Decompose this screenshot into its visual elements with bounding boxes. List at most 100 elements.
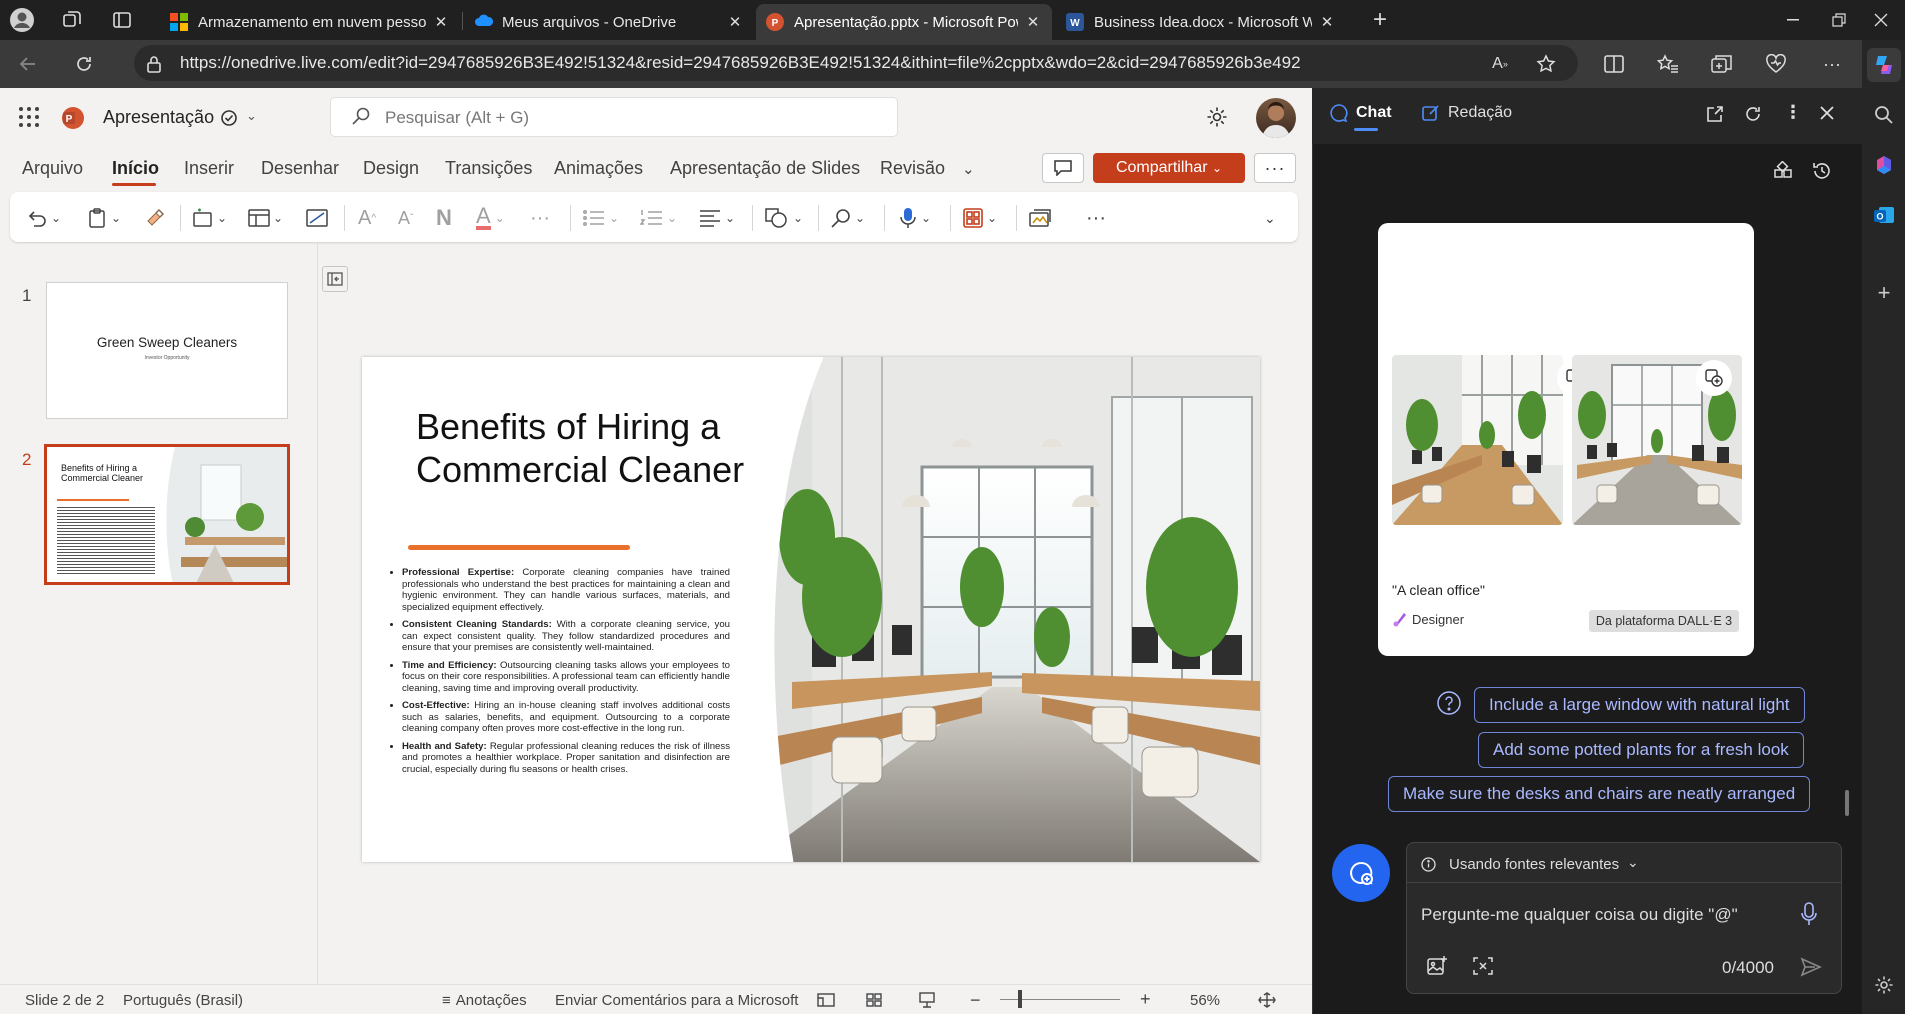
bold-icon[interactable]: N [436, 205, 452, 231]
tab-design[interactable]: Design [363, 158, 419, 179]
collapse-pane-icon[interactable] [322, 266, 348, 292]
slide-bullet-list[interactable]: Professional Expertise: Corporate cleani… [388, 567, 730, 781]
refresh-icon[interactable] [1744, 105, 1762, 123]
slide-thumbnail-1[interactable]: Green Sweep Cleaners Investor Opportunit… [46, 282, 288, 419]
screenshot-capture-icon[interactable] [1472, 955, 1494, 977]
notes-button[interactable]: ≡ Anotações [442, 992, 527, 1009]
browser-tab[interactable]: Meus arquivos - OneDrive ✕ [464, 4, 754, 40]
copilot-tab-redacao[interactable]: Redação [1422, 104, 1512, 122]
profile-icon[interactable] [8, 6, 36, 34]
close-icon[interactable] [1819, 105, 1835, 121]
numbering-icon[interactable]: ⌄ [640, 205, 677, 231]
help-question-icon[interactable] [1436, 690, 1462, 716]
more-commands-icon[interactable]: ··· [1086, 205, 1106, 231]
zoom-slider-thumb[interactable] [1018, 990, 1022, 1008]
new-tab-button[interactable]: + [1366, 6, 1394, 34]
chevron-down-icon[interactable]: ⌄ [1264, 205, 1276, 231]
suggestion-chip[interactable]: Add some potted plants for a fresh look [1478, 732, 1804, 768]
microphone-icon[interactable] [1800, 902, 1818, 926]
tab-inserir[interactable]: Inserir [184, 158, 234, 179]
outlook-icon[interactable]: O [1869, 200, 1899, 230]
increase-font-icon[interactable]: A ^ [358, 205, 376, 231]
app-launcher-icon[interactable] [18, 106, 40, 128]
refresh-icon[interactable] [70, 50, 98, 78]
slide-title[interactable]: Benefits of Hiring a Commercial Cleaner [416, 405, 756, 491]
tab-actions-icon[interactable] [108, 6, 136, 34]
browser-tab[interactable]: W Business Idea.docx - Microsoft Word ✕ [1056, 4, 1346, 40]
suggestion-chip[interactable]: Make sure the desks and chairs are neatl… [1388, 776, 1811, 812]
font-color-icon[interactable]: A ⌄ [476, 205, 505, 231]
browser-tab-active[interactable]: P Apresentação.pptx - Microsoft PowerPoi… [756, 4, 1052, 40]
open-in-new-tab-icon[interactable] [1706, 105, 1724, 123]
chevron-down-icon[interactable]: ⌄ [962, 160, 975, 178]
copilot-slides-icon[interactable] [1028, 205, 1052, 231]
more-font-options-icon[interactable]: ··· [530, 205, 550, 231]
slide-thumbnail-2[interactable]: Benefits of Hiring a Commercial Cleaner [44, 444, 290, 585]
file-name[interactable]: Apresentação [103, 107, 214, 128]
shapes-icon[interactable]: ⌄ [764, 205, 803, 231]
language-status[interactable]: Português (Brasil) [123, 992, 243, 1009]
close-icon[interactable]: ✕ [726, 13, 744, 31]
minimize-icon[interactable] [1770, 0, 1816, 40]
add-sidebar-app-icon[interactable]: + [1869, 278, 1899, 308]
add-image-icon[interactable] [1426, 955, 1448, 977]
reset-slide-icon[interactable] [306, 205, 328, 231]
tab-inicio[interactable]: Início [112, 158, 159, 179]
search-icon[interactable] [1869, 100, 1899, 130]
bullets-icon[interactable]: ⌄ [582, 205, 619, 231]
split-screen-icon[interactable] [1600, 50, 1628, 78]
dictate-microphone-icon[interactable]: ⌄ [898, 205, 931, 231]
back-arrow-icon[interactable] [14, 50, 42, 78]
url-text[interactable]: https://onedrive.live.com/edit?id=294768… [180, 53, 1301, 73]
fit-slide-icon[interactable] [1258, 992, 1276, 1008]
autosave-status-icon[interactable] [219, 108, 239, 128]
tab-desenhar[interactable]: Desenhar [261, 158, 339, 179]
tab-animacoes[interactable]: Animações [554, 158, 643, 179]
suggestion-chip[interactable]: Include a large window with natural ligh… [1474, 687, 1805, 723]
presenter-view-icon[interactable] [918, 992, 936, 1008]
close-icon[interactable]: ✕ [1024, 13, 1042, 31]
microsoft365-icon[interactable] [1869, 150, 1899, 180]
scrollbar-thumb[interactable] [1845, 790, 1849, 816]
tab-apresentacao-de-slides[interactable]: Apresentação de Slides [670, 158, 860, 179]
paste-icon[interactable]: ⌄ [86, 205, 121, 231]
new-slide-icon[interactable]: ⌄ [192, 205, 227, 231]
settings-more-icon[interactable]: ··· [1818, 50, 1846, 78]
zoom-out-button[interactable]: − [970, 990, 981, 1011]
designer-icon[interactable]: ⌄ [962, 205, 997, 231]
align-text-icon[interactable]: ⌄ [698, 205, 735, 231]
favorites-icon[interactable] [1654, 50, 1682, 78]
tab-revisao[interactable]: Revisão [880, 158, 945, 179]
lock-icon[interactable] [140, 50, 168, 78]
chat-input-placeholder[interactable]: Pergunte-me qualquer coisa ou digite "@" [1421, 905, 1738, 925]
more-options-button[interactable]: ··· [1254, 153, 1296, 183]
normal-view-icon[interactable] [817, 993, 835, 1007]
generated-image-1[interactable] [1392, 355, 1563, 525]
slide-sorter-icon[interactable] [866, 993, 882, 1007]
format-painter-icon[interactable] [144, 205, 166, 231]
comments-button[interactable] [1042, 153, 1084, 183]
feedback-link[interactable]: Enviar Comentários para a Microsoft [555, 992, 798, 1009]
undo-icon[interactable]: ⌄ [26, 205, 61, 231]
settings-gear-icon[interactable] [1206, 106, 1228, 128]
find-icon[interactable]: ⌄ [830, 205, 865, 231]
browser-tab[interactable]: Armazenamento em nuvem pessoal ✕ [160, 4, 460, 40]
tab-arquivo[interactable]: Arquivo [22, 158, 83, 179]
slide-canvas[interactable]: Benefits of Hiring a Commercial Cleaner … [362, 357, 1260, 862]
history-icon[interactable] [1812, 161, 1832, 181]
plugins-icon[interactable] [1773, 161, 1793, 181]
avatar[interactable] [1256, 98, 1296, 138]
restore-icon[interactable] [1816, 0, 1862, 40]
zoom-in-button[interactable]: + [1140, 989, 1151, 1010]
tab-transicoes[interactable]: Transições [445, 158, 532, 179]
decrease-font-icon[interactable]: Aˇ [398, 205, 413, 231]
window-close-icon[interactable] [1858, 0, 1904, 40]
chevron-down-icon[interactable]: ⌄ [1627, 854, 1639, 871]
workspaces-icon[interactable] [58, 6, 86, 34]
close-icon[interactable]: ✕ [1318, 13, 1336, 31]
sidebar-settings-gear-icon[interactable] [1869, 970, 1899, 1000]
add-to-slide-icon[interactable] [1696, 360, 1732, 396]
layout-icon[interactable]: ⌄ [248, 205, 283, 231]
collections-icon[interactable] [1708, 50, 1736, 78]
copilot-tab-chat[interactable]: Chat [1330, 104, 1392, 122]
